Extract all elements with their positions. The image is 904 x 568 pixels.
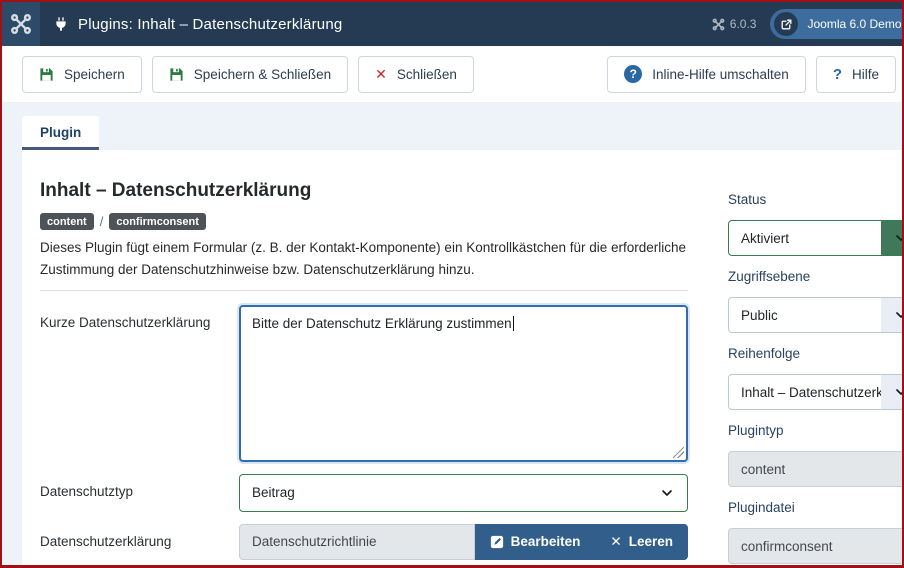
app-window: Plugins: Inhalt – Datenschutzerklärung 6… bbox=[0, 0, 904, 568]
privacy-type-label: Datenschutztyp bbox=[40, 474, 239, 499]
privacy-type-value: Beitrag bbox=[252, 485, 295, 500]
version-badge: 6.0.3 bbox=[712, 17, 757, 31]
tab-bar: Plugin bbox=[22, 116, 902, 150]
version-number: 6.0.3 bbox=[730, 17, 757, 31]
pencil-square-icon bbox=[490, 535, 504, 549]
chevron-down-icon bbox=[881, 298, 902, 332]
privacy-article-input: Datenschutzrichtlinie bbox=[239, 524, 475, 560]
joomla-logo bbox=[2, 2, 40, 46]
access-value: Public bbox=[741, 308, 778, 323]
status-group: Status Aktiviert bbox=[728, 192, 902, 256]
plugin-file-input: confirmconsent bbox=[728, 528, 902, 564]
chevron-down-icon bbox=[881, 375, 902, 409]
close-icon: ✕ bbox=[375, 66, 387, 83]
save-label: Speichern bbox=[64, 67, 125, 82]
edit-article-label: Bearbeiten bbox=[511, 534, 581, 549]
plugin-badges: content / confirmconsent bbox=[40, 213, 688, 230]
inline-help-label: Inline-Hilfe umschalten bbox=[652, 67, 789, 82]
help-button[interactable]: ? Hilfe bbox=[816, 56, 896, 93]
short-privacy-textarea[interactable]: Bitte der Datenschutz Erklärung zustimme… bbox=[239, 305, 688, 462]
plugin-heading: Inhalt – Datenschutzerklärung bbox=[40, 180, 688, 202]
plugin-group-badge: content bbox=[40, 213, 94, 230]
save-close-label: Speichern & Schließen bbox=[194, 67, 331, 82]
ordering-select[interactable]: Inhalt – Datenschutzerk bbox=[728, 374, 902, 410]
access-level-select[interactable]: Public bbox=[728, 297, 902, 333]
status-label: Status bbox=[728, 192, 902, 207]
privacy-type-select[interactable]: Beitrag bbox=[239, 474, 688, 512]
question-icon: ? bbox=[833, 66, 842, 83]
resize-handle[interactable] bbox=[673, 447, 684, 458]
form-row-short-privacy: Kurze Datenschutzerklärung Bitte der Dat… bbox=[40, 305, 688, 462]
ordering-label: Reihenfolge bbox=[728, 346, 902, 361]
plugin-file-label: Plugindatei bbox=[728, 500, 902, 515]
content-area: Plugin Inhalt – Datenschutzerklärung con… bbox=[2, 102, 902, 565]
ordering-value: Inhalt – Datenschutzerk bbox=[741, 385, 883, 400]
action-toolbar: Speichern Speichern & Schließen ✕ Schlie… bbox=[2, 46, 902, 102]
question-circle-icon: ? bbox=[624, 65, 642, 83]
clear-icon: ✕ bbox=[610, 534, 621, 550]
ordering-group: Reihenfolge Inhalt – Datenschutzerk bbox=[728, 346, 902, 410]
short-privacy-value: Bitte der Datenschutz Erklärung zustimme… bbox=[252, 316, 512, 331]
plugin-type-group: Plugintyp content bbox=[728, 423, 902, 487]
inline-help-toggle-button[interactable]: ? Inline-Hilfe umschalten bbox=[607, 56, 806, 93]
close-label: Schließen bbox=[397, 67, 457, 82]
section-divider bbox=[40, 290, 688, 291]
joomla-logo-icon bbox=[10, 13, 32, 35]
privacy-article-label: Datenschutzerklärung bbox=[40, 524, 239, 549]
status-value: Aktiviert bbox=[741, 231, 789, 246]
form-row-privacy-article: Datenschutzerklärung Datenschutzrichtlin… bbox=[40, 524, 688, 560]
save-close-button[interactable]: Speichern & Schließen bbox=[152, 56, 348, 93]
page-title: Plugins: Inhalt – Datenschutzerklärung bbox=[78, 16, 342, 33]
save-button[interactable]: Speichern bbox=[22, 56, 142, 93]
plugin-description: Dieses Plugin fügt einem Formular (z. B.… bbox=[40, 237, 688, 281]
joomla-mini-icon bbox=[712, 18, 725, 31]
edit-article-button[interactable]: Bearbeiten bbox=[475, 524, 596, 560]
status-select[interactable]: Aktiviert bbox=[728, 220, 902, 256]
plug-icon bbox=[53, 16, 69, 32]
demo-site-link[interactable]: Joomla 6.0 Demo Website bbox=[770, 9, 902, 39]
demo-site-label: Joomla 6.0 Demo Website bbox=[807, 17, 902, 31]
short-privacy-label: Kurze Datenschutzerklärung bbox=[40, 305, 239, 330]
clear-article-button[interactable]: ✕ Leeren bbox=[595, 524, 688, 560]
text-caret bbox=[513, 316, 515, 331]
close-button[interactable]: ✕ Schließen bbox=[358, 56, 474, 93]
admin-header: Plugins: Inhalt – Datenschutzerklärung 6… bbox=[2, 2, 902, 46]
external-link-icon bbox=[774, 12, 798, 36]
plugin-element-badge: confirmconsent bbox=[109, 213, 206, 230]
plugin-type-input: content bbox=[728, 451, 902, 487]
badge-separator: / bbox=[100, 214, 104, 229]
access-group: Zugriffsebene Public bbox=[728, 269, 902, 333]
chevron-down-icon bbox=[881, 221, 902, 255]
plugin-edit-card: Inhalt – Datenschutzerklärung content / … bbox=[22, 150, 902, 565]
save-icon bbox=[169, 67, 184, 82]
access-label: Zugriffsebene bbox=[728, 269, 902, 284]
plugin-form-column: Inhalt – Datenschutzerklärung content / … bbox=[40, 168, 688, 565]
settings-sidebar: Status Aktiviert Zugriffsebene Public bbox=[728, 168, 902, 565]
clear-article-label: Leeren bbox=[629, 534, 673, 549]
help-label: Hilfe bbox=[852, 67, 879, 82]
form-row-privacy-type: Datenschutztyp Beitrag bbox=[40, 474, 688, 512]
tab-plugin[interactable]: Plugin bbox=[22, 116, 99, 150]
save-icon bbox=[39, 67, 54, 82]
privacy-article-actions: Bearbeiten ✕ Leeren bbox=[475, 524, 688, 560]
plugin-type-label: Plugintyp bbox=[728, 423, 902, 438]
plugin-file-group: Plugindatei confirmconsent bbox=[728, 500, 902, 564]
chevron-down-icon bbox=[647, 475, 687, 511]
